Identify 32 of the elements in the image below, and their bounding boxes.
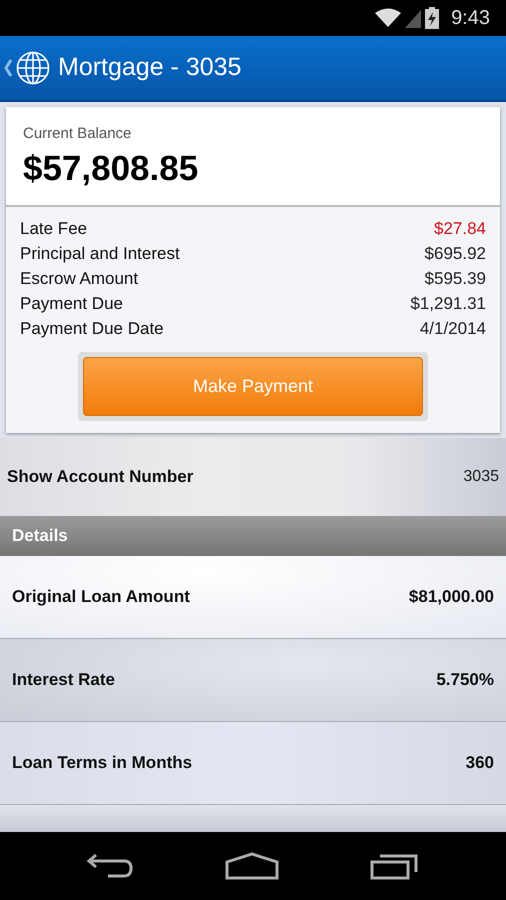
summary-value: $27.84 bbox=[434, 218, 486, 240]
account-number-row[interactable]: Show Account Number 3035 bbox=[0, 438, 506, 516]
balance-amount: $57,808.85 bbox=[23, 148, 200, 190]
section-header: Details bbox=[0, 516, 506, 556]
back-icon[interactable] bbox=[86, 853, 134, 879]
home-icon[interactable] bbox=[224, 852, 279, 880]
globe-icon bbox=[16, 51, 50, 85]
back-button[interactable] bbox=[4, 51, 50, 85]
detail-label: Loan Terms in Months bbox=[12, 752, 192, 774]
summary-label: Payment Due bbox=[20, 293, 123, 315]
summary-label: Escrow Amount bbox=[20, 268, 138, 290]
back-caret-icon bbox=[4, 59, 12, 77]
detail-label: Original Loan Amount bbox=[12, 586, 190, 608]
summary-value: 4/1/2014 bbox=[420, 318, 486, 340]
summary-value: $1,291.31 bbox=[410, 293, 486, 315]
detail-value: 360 bbox=[466, 752, 494, 774]
screen-title: Mortgage - 3035 bbox=[58, 52, 242, 84]
wifi-icon bbox=[375, 8, 402, 28]
battery-charging-icon bbox=[425, 7, 440, 29]
summary-label: Payment Due Date bbox=[20, 318, 164, 340]
clock: 9:43 bbox=[451, 6, 490, 31]
account-number: 3035 bbox=[463, 467, 499, 487]
recent-apps-icon[interactable] bbox=[370, 852, 420, 880]
summary-value: $695.92 bbox=[424, 243, 486, 265]
detail-label: Interest Rate bbox=[12, 669, 115, 692]
signal-icon bbox=[405, 8, 422, 28]
detail-value: 5.750% bbox=[436, 669, 494, 692]
balance-label: Current Balance bbox=[23, 124, 132, 144]
summary-value: $595.39 bbox=[424, 268, 486, 290]
summary-label: Late Fee bbox=[20, 218, 88, 240]
summary-label: Principal and Interest bbox=[20, 243, 180, 265]
detail-value: $81,000.00 bbox=[408, 586, 494, 608]
